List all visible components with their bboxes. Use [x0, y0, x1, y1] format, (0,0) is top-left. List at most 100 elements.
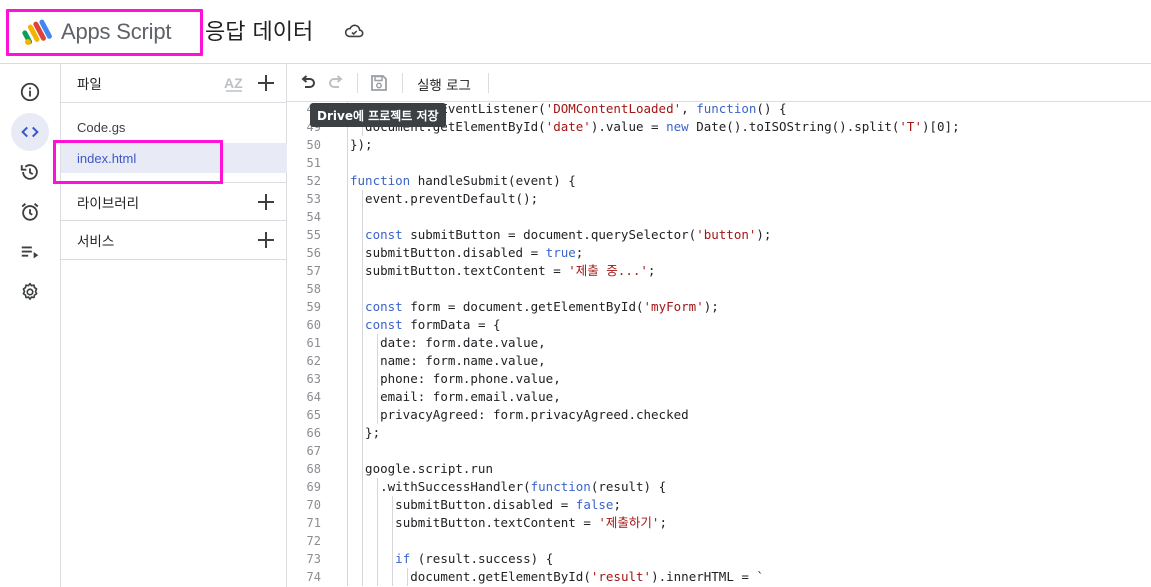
code-text: if (result.success) {: [395, 550, 553, 568]
indent-guide: [347, 532, 348, 550]
code-text: name: form.name.value,: [380, 352, 546, 370]
code-line: 69 .withSuccessHandler(function(result) {: [287, 478, 1151, 496]
line-number: 64: [306, 390, 321, 404]
code-line: 71 submitButton.textContent = '제출하기';: [287, 514, 1151, 532]
code-plain: .withSuccessHandler(: [380, 479, 531, 494]
code-line: 58: [287, 280, 1151, 298]
redo-button[interactable]: [324, 71, 348, 95]
code-line: 64 email: form.email.value,: [287, 388, 1151, 406]
execution-log-button[interactable]: 실행 로그: [417, 74, 471, 94]
save-button[interactable]: [367, 71, 391, 95]
code-keyword: function: [696, 102, 757, 116]
code-text: submitButton.disabled = true;: [365, 244, 583, 262]
code-plain: form = document.getElementById(: [402, 299, 644, 314]
indent-guide: [347, 496, 348, 514]
code-plain: event.preventDefault();: [365, 191, 539, 206]
code-text: function handleSubmit(event) {: [350, 172, 576, 190]
code-plain: google.script.run: [365, 461, 493, 476]
settings-button[interactable]: [11, 273, 49, 311]
indent-guide: [347, 568, 348, 586]
indent-guide: [362, 244, 364, 262]
indent-guide: [392, 496, 394, 514]
add-service-icon[interactable]: [255, 229, 277, 251]
code-plain: name: form.name.value,: [380, 353, 546, 368]
code-plain: submitButton.disabled =: [395, 497, 576, 512]
editor-button[interactable]: [11, 113, 49, 151]
code-line: 55 const submitButton = document.querySel…: [287, 226, 1151, 244]
add-file-icon[interactable]: [255, 72, 277, 94]
add-library-icon[interactable]: [255, 191, 277, 213]
code-line: 51: [287, 154, 1151, 172]
code-text: google.script.run: [365, 460, 493, 478]
code-string: 'T': [899, 119, 922, 134]
code-plain: phone: form.phone.value,: [380, 371, 561, 386]
indent-guide: [347, 550, 348, 568]
code-line: 53 event.preventDefault();: [287, 190, 1151, 208]
code-plain: ).value =: [590, 119, 667, 134]
triggers-button[interactable]: [11, 193, 49, 231]
code-plain: ,: [681, 102, 697, 116]
code-string: '제출하기': [598, 515, 660, 530]
code-line: 56 submitButton.disabled = true;: [287, 244, 1151, 262]
indent-guide: [392, 532, 394, 550]
undo-button[interactable]: [296, 71, 320, 95]
toolbar-divider: [357, 73, 358, 93]
sort-az-icon[interactable]: AZ: [223, 73, 245, 93]
line-number: 67: [306, 444, 321, 458]
indent-guide: [362, 352, 364, 370]
code-string: 'myForm': [643, 299, 704, 314]
code-plain: ;: [613, 497, 621, 512]
code-keyword: new: [666, 119, 689, 134]
code-plain: submitButton.disabled =: [365, 245, 546, 260]
code-text: phone: form.phone.value,: [380, 370, 561, 388]
line-number: 65: [306, 408, 321, 422]
code-line: 52 function handleSubmit(event) {: [287, 172, 1151, 190]
services-section-header: 서비스: [61, 221, 287, 260]
indent-guide: [392, 514, 394, 532]
code-text: date: form.date.value,: [380, 334, 546, 352]
indent-guide: [347, 280, 348, 298]
code-plain: () {: [756, 102, 787, 116]
code-plain: );: [756, 227, 772, 242]
executions-button[interactable]: [11, 233, 49, 271]
line-number: 60: [306, 318, 321, 332]
code-plain: ).innerHTML = `: [651, 569, 764, 584]
code-line: 66};: [287, 424, 1151, 442]
code-plain: )[0];: [921, 119, 960, 134]
line-number: 66: [306, 426, 321, 440]
code-plain: );: [703, 299, 719, 314]
indent-guide: [377, 406, 379, 424]
code-line: 61 date: form.date.value,: [287, 334, 1151, 352]
code-text: .withSuccessHandler(function(result) {: [380, 478, 666, 496]
file-item-code-gs[interactable]: Code.gs: [61, 112, 287, 142]
indent-guide: [362, 406, 364, 424]
highlight-box: [6, 9, 203, 56]
code-line: 57 submitButton.textContent = '제출 중...';: [287, 262, 1151, 280]
indent-guide: [347, 190, 348, 208]
code-text: const formData = {: [365, 316, 500, 334]
editor-toolbar: 실행 로그: [287, 64, 1151, 102]
code-line: 70 submitButton.disabled = false;: [287, 496, 1151, 514]
cloud-saved-icon[interactable]: [343, 22, 365, 40]
code-line: 60 const formData = {: [287, 316, 1151, 334]
indent-guide: [362, 388, 364, 406]
code-plain: document.getElementById(: [410, 569, 591, 584]
code-text: submitButton.textContent = '제출 중...';: [365, 262, 655, 280]
history-button[interactable]: [11, 153, 49, 191]
code-editor[interactable]: 49document.addEventListener('DOMContentL…: [287, 102, 1151, 587]
line-number: 51: [306, 156, 321, 170]
indent-guide: [362, 532, 364, 550]
project-title[interactable]: 응답 데이터: [205, 14, 313, 46]
line-number: 59: [306, 300, 321, 314]
overview-button[interactable]: [11, 73, 49, 111]
code-keyword: function: [530, 479, 591, 494]
code-line: 59 const form = document.getElementById('…: [287, 298, 1151, 316]
code-plain: });: [350, 137, 373, 152]
code-keyword: function: [350, 173, 411, 188]
indent-guide: [362, 478, 364, 496]
code-string: '제출 중...': [568, 263, 648, 278]
indent-guide: [347, 460, 348, 478]
code-text: submitButton.disabled = false;: [395, 496, 621, 514]
code-text: event.preventDefault();: [365, 190, 538, 208]
indent-guide: [347, 388, 348, 406]
